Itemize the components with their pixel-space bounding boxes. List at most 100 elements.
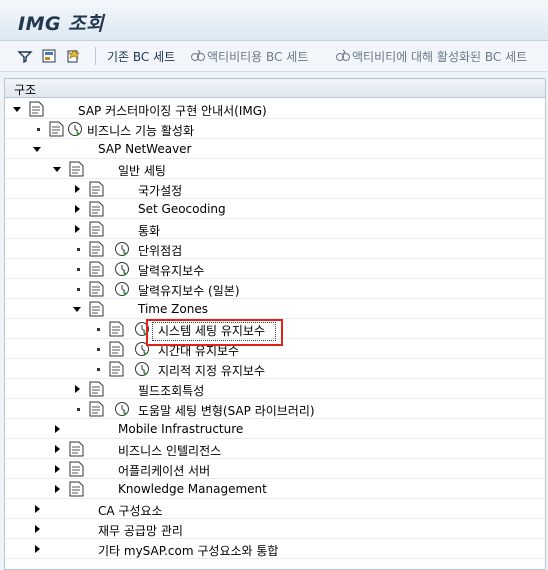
tree-node-label: SAP 커스터마이징 구현 안내서(IMG) xyxy=(78,104,267,118)
tree-node-business-intelligence[interactable]: 비즈니스 인텔리전스 xyxy=(5,439,545,459)
leaf-bullet-icon xyxy=(97,348,100,351)
execute-clock-icon[interactable] xyxy=(134,361,150,377)
tree-node-country-settings[interactable]: 국가설정 xyxy=(5,179,545,199)
bc-set-activated-icon xyxy=(336,49,350,61)
activated-bc-sets-button[interactable]: 액티비티에 대해 활성화된 BC 세트 xyxy=(352,48,527,65)
tree-node-label: 국가설정 xyxy=(138,184,183,198)
filter-icon[interactable] xyxy=(17,48,33,64)
document-icon[interactable] xyxy=(109,341,124,357)
document-icon[interactable] xyxy=(89,281,104,297)
leaf-bullet-icon xyxy=(97,328,100,331)
document-icon xyxy=(69,461,84,477)
tree-node-ca-components[interactable]: CA 구성요소 xyxy=(5,499,545,519)
collapse-arrow-icon[interactable] xyxy=(75,185,80,193)
bc-sets-for-activity-button[interactable]: 액티비티용 BC 세트 xyxy=(207,48,308,65)
tree-node-financial-supply-chain[interactable]: 재무 공급망 관리 xyxy=(5,519,545,539)
collapse-arrow-icon[interactable] xyxy=(55,465,60,473)
tree-node-label: SAP NetWeaver xyxy=(98,142,192,156)
tree-node-img[interactable]: SAP 커스터마이징 구현 안내서(IMG) xyxy=(5,99,545,119)
tree-node-label: 단위점검 xyxy=(138,244,183,258)
execute-clock-icon[interactable] xyxy=(114,281,130,297)
collapse-arrow-icon[interactable] xyxy=(35,545,40,553)
tree-node-general-settings[interactable]: 일반 세팅 xyxy=(5,159,545,179)
document-icon xyxy=(89,301,104,317)
tree-node-application-server[interactable]: 어플리케이션 서버 xyxy=(5,459,545,479)
tree-node-label: Knowledge Management xyxy=(118,482,267,496)
collapse-arrow-icon[interactable] xyxy=(55,425,60,433)
leaf-bullet-icon xyxy=(77,408,80,411)
application-toolbar: 기존 BC 세트 액티비티용 BC 세트 액티비티에 대해 활성화된 BC 세트 xyxy=(0,41,548,72)
toolbar-separator xyxy=(95,47,96,65)
tree-node-label: 도움말 세팅 변형(SAP 라이브러리) xyxy=(138,404,315,418)
tree-node-label: 비즈니스 인텔리전스 xyxy=(118,444,222,458)
tree-node-label: 필드조회특성 xyxy=(138,384,205,398)
document-icon[interactable] xyxy=(49,121,64,137)
document-icon xyxy=(69,481,84,497)
collapse-arrow-icon[interactable] xyxy=(55,445,60,453)
leaf-bullet-icon xyxy=(97,368,100,371)
tree-node-label: 통화 xyxy=(138,224,161,238)
leaf-bullet-icon xyxy=(37,128,40,131)
tree-node-knowledge-management[interactable]: Knowledge Management xyxy=(5,479,545,499)
document-icon[interactable] xyxy=(89,241,104,257)
document-icon xyxy=(69,441,84,457)
tree-node-field-display[interactable]: 필드조회특성 xyxy=(5,379,545,399)
tree-node-other-mysap[interactable]: 기타 mySAP.com 구성요소와 통합 xyxy=(5,539,545,559)
tree-node-set-geocoding[interactable]: Set Geocoding xyxy=(5,199,545,219)
document-icon[interactable] xyxy=(89,261,104,277)
execute-clock-icon[interactable] xyxy=(114,401,130,417)
tree-node-label: 지리적 지정 유지보수 xyxy=(158,364,265,378)
bc-set-link-icon xyxy=(191,49,205,61)
tree-node-calendar-maintenance[interactable]: 달력유지보수 xyxy=(5,259,545,279)
tree-node-business-functions[interactable]: 비즈니스 기능 활성화 xyxy=(5,119,545,139)
title-bar: IMG 조회 xyxy=(0,0,548,41)
tree-node-unit-check[interactable]: 단위점검 xyxy=(5,239,545,259)
tree-node-label: 기타 mySAP.com 구성요소와 통합 xyxy=(98,544,279,558)
leaf-bullet-icon xyxy=(77,288,80,291)
document-icon xyxy=(89,201,104,217)
tree-column-header: 구조 xyxy=(5,79,545,98)
document-icon xyxy=(29,101,44,117)
tree-node-label: 달력유지보수 (일본) xyxy=(138,284,240,298)
tree-node-currency[interactable]: 통화 xyxy=(5,219,545,239)
tree-node-label: 어플리케이션 서버 xyxy=(118,464,211,478)
collapse-arrow-icon[interactable] xyxy=(55,485,60,493)
tree-node-label: 재무 공급망 관리 xyxy=(98,524,183,538)
expand-arrow-icon[interactable] xyxy=(73,307,81,312)
execute-clock-icon[interactable] xyxy=(67,121,83,137)
window-title: IMG 조회 xyxy=(18,13,105,35)
execute-clock-icon[interactable] xyxy=(114,261,130,277)
tree-node-netweaver[interactable]: SAP NetWeaver xyxy=(5,139,545,159)
document-icon xyxy=(89,221,104,237)
collapse-arrow-icon[interactable] xyxy=(35,505,40,513)
collapse-arrow-icon[interactable] xyxy=(75,385,80,393)
document-icon xyxy=(69,161,84,177)
expand-arrow-icon[interactable] xyxy=(13,107,21,112)
expand-arrow-icon[interactable] xyxy=(33,147,41,152)
document-icon xyxy=(89,181,104,197)
document-icon[interactable] xyxy=(109,321,124,337)
tree-node-label: 비즈니스 기능 활성화 xyxy=(87,124,194,138)
leaf-bullet-icon xyxy=(77,268,80,271)
expand-arrow-icon[interactable] xyxy=(53,167,61,172)
tree-node-mobile-infrastructure[interactable]: Mobile Infrastructure xyxy=(5,419,545,439)
tree-node-label: 달력유지보수 xyxy=(138,264,205,278)
tree-node-label: Set Geocoding xyxy=(138,202,226,216)
leaf-bullet-icon xyxy=(77,248,80,251)
tree-node-label: Time Zones xyxy=(138,302,208,316)
tree-node-time-zones[interactable]: Time Zones xyxy=(5,299,545,319)
document-icon[interactable] xyxy=(89,401,104,417)
highlight-annotation-box xyxy=(146,319,283,346)
info-icon[interactable] xyxy=(41,48,57,64)
existing-bc-sets-button[interactable]: 기존 BC 세트 xyxy=(107,48,175,65)
collapse-arrow-icon[interactable] xyxy=(35,525,40,533)
favorites-icon[interactable] xyxy=(66,48,82,64)
collapse-arrow-icon[interactable] xyxy=(75,225,80,233)
execute-clock-icon[interactable] xyxy=(114,241,130,257)
tree-node-help-settings[interactable]: 도움말 세팅 변형(SAP 라이브러리) xyxy=(5,399,545,419)
tree-node-geographic-assignment[interactable]: 지리적 지정 유지보수 xyxy=(5,359,545,379)
tree-node-calendar-maintenance-japan[interactable]: 달력유지보수 (일본) xyxy=(5,279,545,299)
tree-node-label: Mobile Infrastructure xyxy=(118,422,244,436)
document-icon[interactable] xyxy=(109,361,124,377)
collapse-arrow-icon[interactable] xyxy=(75,205,80,213)
